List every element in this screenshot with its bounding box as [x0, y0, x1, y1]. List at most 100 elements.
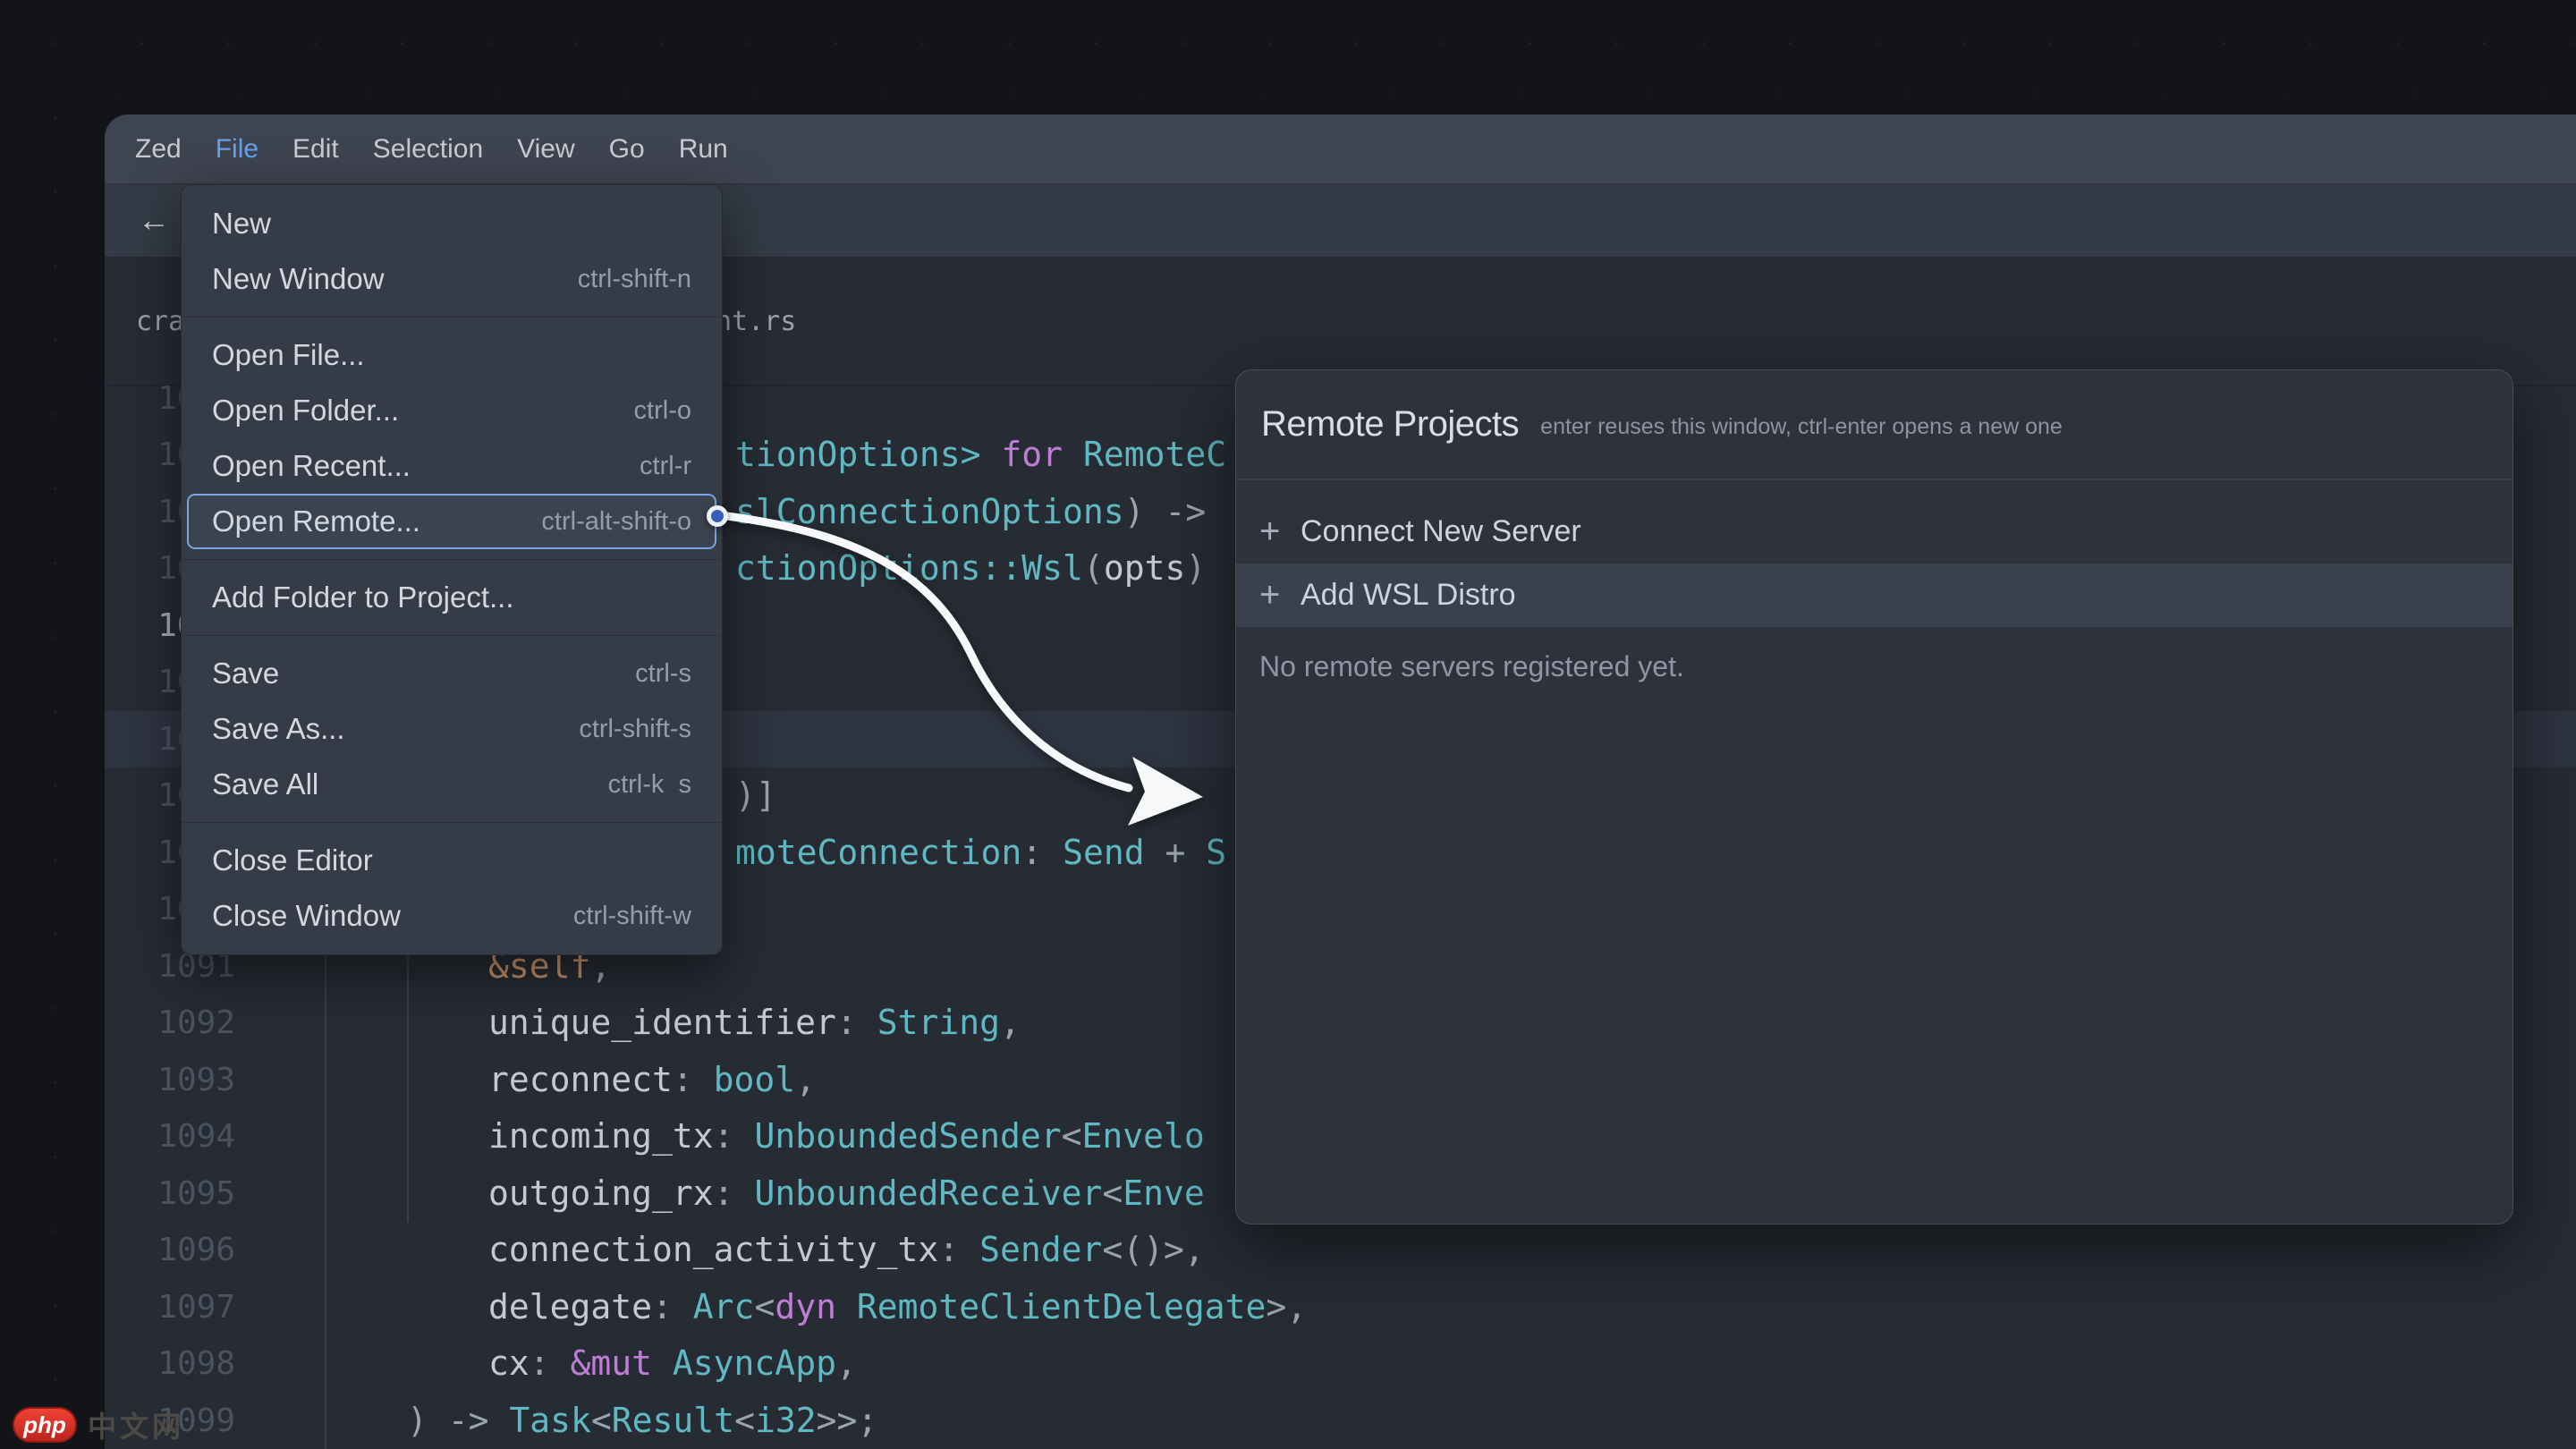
code-token: Envelo: [1082, 1116, 1205, 1156]
line-number: 1093: [105, 1052, 235, 1109]
code-line: connection_activity_tx: Sender<()>,: [488, 1222, 1205, 1279]
line-number: 1095: [105, 1165, 235, 1223]
menu-item-open-file[interactable]: Open File...: [187, 327, 716, 383]
menu-item-shortcut: ctrl-alt-shift-o: [541, 507, 691, 537]
watermark: php 中文网: [13, 1404, 184, 1445]
code-token: :: [714, 1116, 755, 1156]
code-token: Result: [612, 1401, 734, 1440]
code-token: moteConnection: [735, 833, 1021, 872]
menubar-item-zed[interactable]: Zed: [135, 134, 182, 165]
code-token: ) ->: [407, 1401, 509, 1440]
code-token: i32: [755, 1401, 817, 1440]
menu-item-label: Save All: [212, 767, 318, 801]
breadcrumb[interactable]: cra: [136, 304, 184, 340]
code-token: delegate: [488, 1287, 652, 1326]
menu-separator: [182, 317, 722, 318]
code-token: ,: [795, 1060, 816, 1099]
code-token: :: [836, 1003, 877, 1042]
code-token: Task: [509, 1401, 591, 1440]
line-number: 1098: [105, 1335, 235, 1393]
code-token: <: [1062, 1116, 1082, 1156]
arrow-origin-dot: [707, 505, 728, 527]
code-token: ) ->: [1124, 492, 1226, 531]
menu-item-save-all[interactable]: Save Allctrl-k s: [187, 757, 716, 812]
dialog-action-list: +Connect New Server+Add WSL Distro: [1236, 480, 2512, 627]
menubar-item-view[interactable]: View: [517, 134, 574, 165]
code-line: delegate: Arc<dyn RemoteClientDelegate>,: [488, 1279, 1307, 1336]
file-menu: NewNew Windowctrl-shift-nOpen File...Ope…: [181, 184, 723, 955]
back-button[interactable]: ←: [127, 193, 181, 247]
menu-item-new[interactable]: New: [187, 196, 716, 251]
dialog-header: Remote Projects enter reuses this window…: [1236, 370, 2512, 480]
menu-item-open-folder[interactable]: Open Folder...ctrl-o: [187, 383, 716, 438]
code-token: )]: [735, 775, 776, 815]
menubar-item-edit[interactable]: Edit: [292, 134, 339, 165]
code-token: (: [1083, 548, 1104, 588]
menu-item-label: Save As...: [212, 712, 345, 746]
line-number: 1097: [105, 1279, 235, 1336]
menu-item-save-as[interactable]: Save As...ctrl-shift-s: [187, 701, 716, 757]
code-token: cx: [488, 1343, 530, 1383]
menu-separator: [182, 635, 722, 636]
code-token: UnboundedReceiver: [754, 1174, 1102, 1213]
dialog-action-label: Connect New Server: [1301, 514, 1581, 549]
menu-item-add-folder-to-project[interactable]: Add Folder to Project...: [187, 570, 716, 625]
menu-item-close-window[interactable]: Close Windowctrl-shift-w: [187, 888, 716, 944]
code-token: :: [1021, 833, 1063, 872]
code-line: )]: [735, 767, 776, 825]
code-token: Arc: [693, 1287, 755, 1326]
menu-item-shortcut: ctrl-r: [640, 452, 691, 481]
menubar-item-run[interactable]: Run: [679, 134, 728, 165]
code-line: outgoing_rx: UnboundedReceiver<Enve: [488, 1165, 1205, 1223]
plus-icon: +: [1259, 575, 1301, 615]
menu-item-new-window[interactable]: New Windowctrl-shift-n: [187, 251, 716, 307]
menu-item-open-recent[interactable]: Open Recent... ctrl-r: [187, 438, 716, 494]
menu-item-save[interactable]: Save ctrl-s: [187, 646, 716, 701]
dialog-title: Remote Projects: [1261, 404, 1519, 445]
menu-bar: Zed File Edit Selection View Go Run: [105, 114, 2576, 184]
menu-item-label: Save: [212, 657, 279, 691]
menubar-item-file[interactable]: File: [216, 134, 258, 165]
code-token: Sender: [979, 1230, 1102, 1269]
code-token: connection_activity_tx: [488, 1230, 938, 1269]
menu-item-shortcut: ctrl-shift-n: [578, 265, 691, 294]
code-token: tionOptions>: [735, 435, 1001, 474]
dialog-action-add-wsl-distro[interactable]: +Add WSL Distro: [1236, 564, 2512, 627]
code-line: unique_identifier: String,: [488, 995, 1021, 1052]
code-token: ctionOptions::Wsl: [735, 548, 1083, 588]
desktop: Zed File Edit Selection View Go Run ← cra nt.r…: [0, 0, 2576, 1449]
menu-item-label: Open Recent...: [212, 449, 411, 483]
code-token: UnboundedSender: [754, 1116, 1061, 1156]
code-token: opts: [1104, 548, 1186, 588]
code-line: moteConnection: Send + S: [735, 825, 1226, 882]
menubar-item-go[interactable]: Go: [609, 134, 645, 165]
breadcrumb-filename[interactable]: nt.rs: [716, 304, 796, 340]
code-token: AsyncApp: [673, 1343, 836, 1383]
menu-item-close-editor[interactable]: Close Editor: [187, 833, 716, 888]
code-token: dyn: [775, 1287, 857, 1326]
code-token: <: [734, 1401, 755, 1440]
code-token: :: [938, 1230, 979, 1269]
menu-separator: [182, 559, 722, 560]
menu-item-shortcut: ctrl-shift-w: [573, 902, 691, 931]
dialog-action-label: Add WSL Distro: [1301, 578, 1516, 613]
code-token: String: [877, 1003, 1000, 1042]
menu-item-shortcut: ctrl-s: [635, 659, 691, 689]
code-token: RemoteClientDelegate: [857, 1287, 1267, 1326]
line-number: 1094: [105, 1108, 235, 1165]
code-line: cx: &mut AsyncApp,: [488, 1335, 857, 1393]
indent-guide: [325, 894, 326, 1449]
dialog-hint: enter reuses this window, ctrl-enter ope…: [1540, 409, 2063, 440]
code-token: <: [591, 1401, 612, 1440]
menu-item-label: Add Folder to Project...: [212, 580, 514, 614]
dialog-action-connect-new-server[interactable]: +Connect New Server: [1236, 500, 2512, 564]
menu-separator: [182, 822, 722, 823]
php-badge: php: [13, 1407, 77, 1443]
menu-item-open-remote[interactable]: Open Remote...ctrl-alt-shift-o: [187, 494, 716, 549]
menubar-item-selection[interactable]: Selection: [373, 134, 483, 165]
code-token: :: [652, 1287, 693, 1326]
line-number: 1096: [105, 1222, 235, 1279]
remote-projects-dialog: Remote Projects enter reuses this window…: [1235, 369, 2513, 1224]
dialog-empty-state: No remote servers registered yet.: [1236, 650, 2512, 683]
code-token: &mut: [571, 1343, 673, 1383]
